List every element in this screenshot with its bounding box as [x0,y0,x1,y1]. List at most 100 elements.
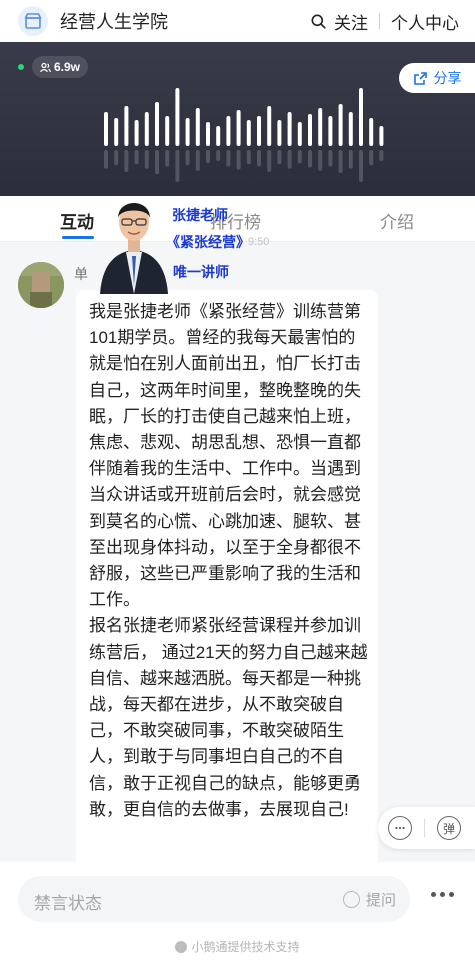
message-paragraph: 我是张捷老师《紧张经营》训练营第101期学员。曾经的我每天最害怕的就是怕在别人面… [89,302,361,610]
wave-bar-reflection [287,150,292,169]
wave-bar-reflection [134,150,139,165]
sender-avatar[interactable] [18,262,64,308]
wave-bar-reflection [257,150,261,167]
message-bubble: 我是张捷老师《紧张经营》训练营第101期学员。曾经的我每天最害怕的就是怕在别人面… [76,290,378,880]
wave-bar [185,118,190,146]
wave-bar-reflection [175,150,180,182]
ask-question-toggle[interactable]: 提问 [342,889,396,910]
floating-tools: 弹 [378,807,475,849]
tab-interaction[interactable]: 互动 [60,208,94,233]
viewer-count: 6.9w [54,60,81,74]
follow-label: 关注 [334,13,368,33]
input-placeholder: 禁言状态 [34,894,102,913]
wave-bar [226,116,231,146]
wave-bar [338,104,343,146]
viewer-count-badge: 6.9w [32,56,89,78]
personal-center-link[interactable]: 个人中心 [391,9,459,34]
wave-bar [246,120,251,146]
powered-by: 小鹅通提供技术支持 [0,938,475,955]
wave-bar [155,102,159,146]
wave-bar [318,108,323,146]
people-icon [40,62,51,72]
wave-bar [308,114,312,146]
store-icon [24,13,42,29]
comment-dots-icon [395,826,405,830]
store-logo-icon[interactable] [18,6,48,36]
wave-bar-reflection [114,150,119,166]
teacher-course: 《紧张经营》 [166,234,250,250]
share-label: 分享 [433,70,462,86]
tab-intro[interactable]: 介绍 [380,208,414,233]
wave-bar [195,108,200,146]
live-status-dot [18,64,24,70]
wave-bar [216,126,221,146]
wave-bar-reflection [318,150,323,171]
wave-bar-reflection [328,150,333,167]
comment-input[interactable]: 禁言状态 提问 [18,876,410,922]
wave-bar-reflection [297,150,302,164]
wave-bar [165,116,170,146]
wave-bar [379,126,384,146]
wave-bar-reflection [267,150,272,172]
wave-bar [206,122,210,146]
teacher-tag: 唯一讲师 [173,264,229,280]
wave-bar [267,106,272,146]
sender-name: 单 [74,266,88,282]
wave-bar-reflection [308,150,312,168]
teacher-photo [100,203,168,294]
search-icon [311,14,326,29]
wave-bar-reflection [246,150,251,165]
avatar-image [18,262,64,308]
ask-label: 提问 [365,892,396,909]
provider-logo-icon [175,940,188,953]
active-tab-indicator [62,236,94,239]
wave-bar [104,112,108,146]
wave-bar [348,112,353,146]
teacher-portrait [96,186,172,294]
share-button[interactable]: 分享 [399,63,475,93]
wave-bar [175,88,180,146]
wave-bar [134,120,139,146]
message-time: 9:50 [248,236,270,248]
follow-button[interactable]: 关注 [311,9,368,34]
wave-bar-reflection [348,150,353,169]
bottom-bar: 禁言状态 提问 小鹅通提供技术支持 [0,862,475,969]
teacher-name: 张捷老师 [172,207,228,223]
wave-bar-reflection [277,150,282,165]
wave-bar-reflection [206,150,210,164]
wave-bar [369,118,374,146]
app-header: 经营人生学院 关注 个人中心 [0,0,475,42]
wave-bar-reflection [226,150,231,167]
wave-bar [236,110,241,146]
wave-bar-reflection [185,150,190,166]
wave-bar-reflection [369,150,374,166]
wave-bar-reflection [144,150,149,169]
wave-bar [277,120,282,146]
wave-bar-reflection [338,150,343,174]
wave-bar-reflection [195,150,200,171]
wave-bar [287,112,292,146]
tools-divider [424,819,425,837]
wave-bar-reflection [379,150,384,161]
live-player[interactable]: 6.9w 分享 [0,42,475,196]
wave-bar-reflection [155,150,159,175]
wave-bar [114,118,119,146]
wave-bar-reflection [165,150,170,167]
wave-bar [359,88,363,146]
share-icon [413,71,427,85]
wave-bar [297,122,302,146]
header-divider [379,13,380,29]
wave-bar-reflection [359,150,363,182]
danmaku-toggle[interactable]: 弹 [437,816,461,840]
wave-bar-reflection [216,150,221,161]
wave-bar [328,116,333,146]
ask-checkbox-icon [342,891,360,908]
comment-icon[interactable] [388,816,412,840]
more-menu-icon[interactable] [431,892,458,897]
wave-bar-reflection [236,150,241,170]
powered-by-text: 小鹅通提供技术支持 [191,940,300,954]
wave-bar [124,106,129,146]
wave-bar [144,112,149,146]
page-title: 经营人生学院 [60,12,168,32]
wave-bar-reflection [124,150,129,172]
